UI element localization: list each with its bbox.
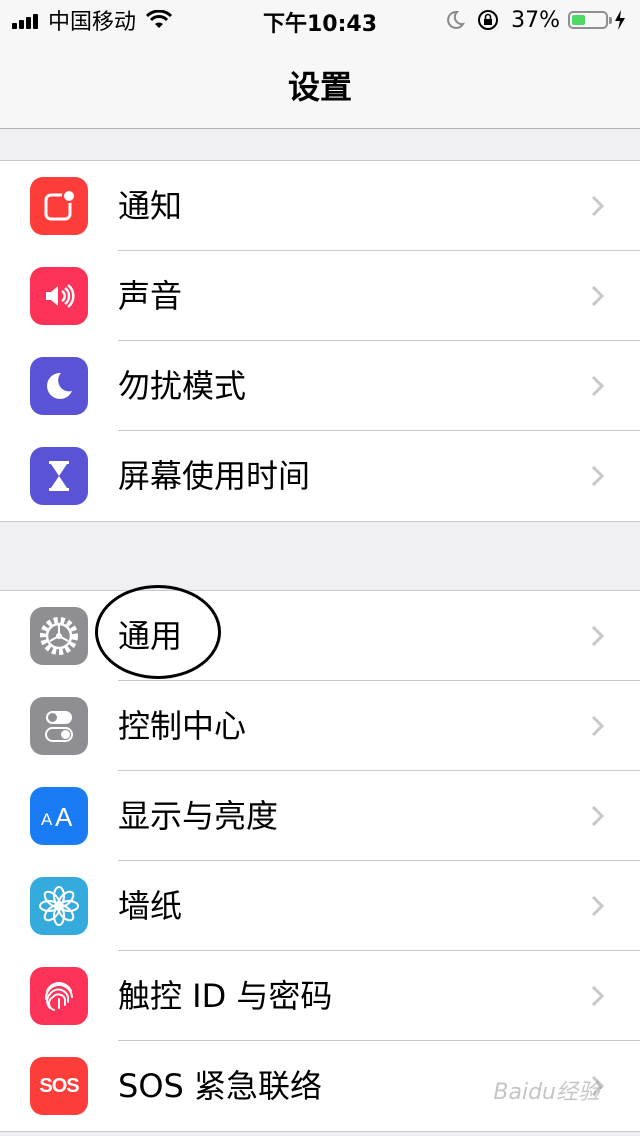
chevron-right-icon: [591, 625, 605, 647]
sos-icon-text: SOS: [39, 1074, 79, 1097]
chevron-right-icon: [591, 375, 605, 397]
sos-icon: SOS: [30, 1057, 88, 1115]
row-label: 触控 ID 与密码: [118, 977, 333, 1015]
battery-icon: [568, 11, 612, 29]
watermark: Baidu经验: [493, 1080, 600, 1105]
status-bar: 中国移动 下午10:43 37%: [0, 0, 640, 40]
notifications-icon: [30, 177, 88, 235]
settings-row-sounds[interactable]: 声音: [0, 251, 640, 341]
chevron-right-icon: [591, 465, 605, 487]
settings-group-1: 通知 声音 勿扰模式 屏幕使用时间: [0, 160, 640, 522]
row-label: 声音: [118, 277, 183, 315]
charging-icon: [615, 10, 625, 30]
display-brightness-icon: A A: [30, 787, 88, 845]
settings-row-touch-id-passcode[interactable]: 触控 ID 与密码: [0, 951, 640, 1041]
chevron-right-icon: [591, 285, 605, 307]
battery-percent: 37%: [511, 7, 560, 33]
settings-row-screen-time[interactable]: 屏幕使用时间: [0, 431, 640, 521]
row-label: 通用: [118, 617, 183, 655]
chevron-right-icon: [591, 985, 605, 1007]
svg-text:A: A: [55, 802, 73, 832]
general-gear-icon: [30, 607, 88, 665]
settings-row-do-not-disturb[interactable]: 勿扰模式: [0, 341, 640, 431]
do-not-disturb-icon: [30, 357, 88, 415]
svg-text:A: A: [41, 810, 53, 829]
row-label: 屏幕使用时间: [118, 457, 311, 495]
page-title: 设置: [287, 68, 352, 106]
navigation-bar: 设置: [0, 40, 640, 129]
settings-row-notifications[interactable]: 通知: [0, 161, 640, 251]
settings-row-general[interactable]: 通用: [0, 591, 640, 681]
settings-group-2: 通用 控制中心 A A 显示与亮度 墙纸 触控 ID 与密码 SOS SOS 紧…: [0, 590, 640, 1132]
chevron-right-icon: [591, 195, 605, 217]
moon-icon: [447, 10, 466, 29]
screen-time-icon: [30, 447, 88, 505]
chevron-right-icon: [591, 805, 605, 827]
row-label: 控制中心: [118, 707, 247, 745]
chevron-right-icon: [591, 715, 605, 737]
chevron-right-icon: [591, 895, 605, 917]
control-center-icon: [30, 697, 88, 755]
row-label: SOS 紧急联络: [118, 1067, 322, 1105]
orientation-lock-icon: [478, 10, 499, 30]
row-label: 墙纸: [118, 887, 183, 925]
settings-row-wallpaper[interactable]: 墙纸: [0, 861, 640, 951]
row-label: 勿扰模式: [118, 367, 247, 405]
row-label: 通知: [118, 187, 183, 225]
touch-id-icon: [30, 967, 88, 1025]
settings-row-display-brightness[interactable]: A A 显示与亮度: [0, 771, 640, 861]
settings-row-control-center[interactable]: 控制中心: [0, 681, 640, 771]
status-right: 37%: [445, 6, 626, 34]
wallpaper-icon: [30, 877, 88, 935]
sounds-icon: [30, 267, 88, 325]
row-label: 显示与亮度: [118, 797, 279, 835]
